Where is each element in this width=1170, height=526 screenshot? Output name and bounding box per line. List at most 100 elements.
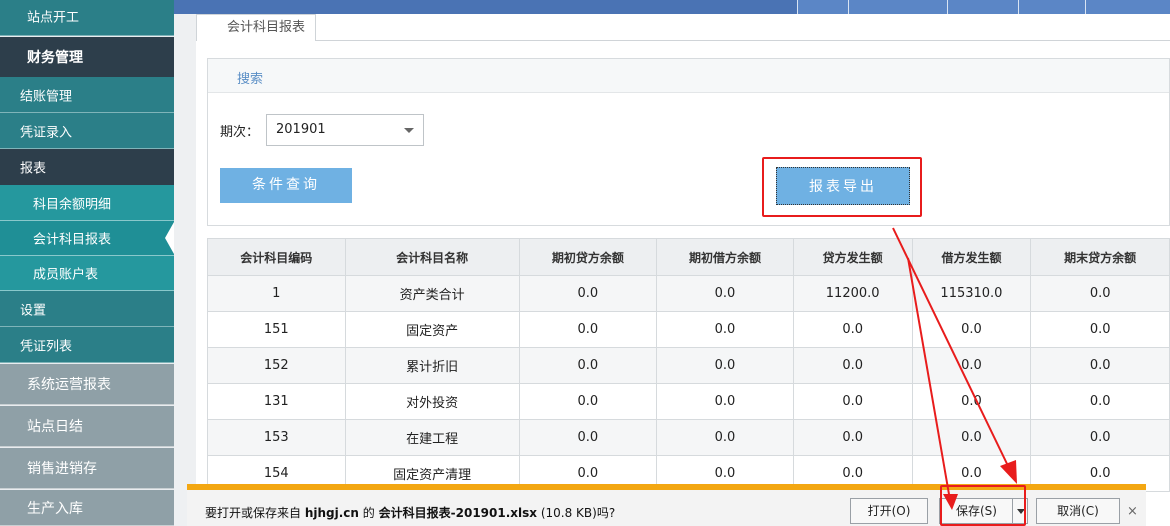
search-header-label[interactable]: 搜索 <box>237 68 263 87</box>
table-cell: 0.0 <box>792 383 913 420</box>
table-cell: 0.0 <box>911 347 1032 384</box>
account-report-table: 会计科目编码 会计科目名称 期初贷方余额 期初借方余额 贷方发生额 借方发生额 … <box>207 238 1170 492</box>
sidebar-item-daily-close[interactable]: 站点日结 <box>0 406 174 447</box>
table-cell: 0.0 <box>656 383 794 420</box>
sidebar-item-closing[interactable]: 结账管理 <box>0 77 174 113</box>
sidebar-item-label: 会计科目报表 <box>33 232 112 248</box>
sidebar-item-sales-inventory[interactable]: 销售进销存 <box>0 448 174 489</box>
table-cell: 资产类合计 <box>344 275 520 312</box>
export-button[interactable]: 报表导出 <box>776 167 910 205</box>
table-cell: 0.0 <box>518 419 658 456</box>
open-button[interactable]: 打开(O) <box>850 498 928 524</box>
sidebar-item-site-start[interactable]: 站点开工 <box>0 0 174 36</box>
table-row[interactable]: 152 累计折旧 0.0 0.0 0.0 0.0 0.0 <box>207 347 1170 384</box>
table-cell: 0.0 <box>656 311 794 348</box>
table-cell: 11200.0 <box>792 275 913 312</box>
table-row[interactable]: 131 对外投资 0.0 0.0 0.0 0.0 0.0 <box>207 383 1170 420</box>
close-icon[interactable]: × <box>1127 504 1138 519</box>
active-indicator-icon <box>165 222 174 254</box>
sidebar-item-label: 凭证录入 <box>20 125 73 140</box>
tab-strip: 会计科目报表 <box>196 14 1170 41</box>
column-header[interactable]: 期初借方余额 <box>656 238 794 276</box>
table-cell: 固定资产 <box>344 311 520 348</box>
top-bar-segment[interactable] <box>848 0 947 14</box>
table-cell: 0.0 <box>911 383 1032 420</box>
sidebar-item-member-accounts[interactable]: 成员账户表 <box>0 256 174 291</box>
sidebar-item-label: 设置 <box>20 303 47 318</box>
download-message: 要打开或保存来自 hjhgj.cn 的 会计科目报表-201901.xlsx (… <box>205 504 615 521</box>
table-cell: 0.0 <box>518 347 658 384</box>
table-cell: 0.0 <box>911 419 1032 456</box>
period-select[interactable]: 201901 <box>266 114 424 146</box>
tab-label: 会计科目报表 <box>227 20 306 35</box>
sidebar-item-balance-detail[interactable]: 科目余额明细 <box>0 185 174 221</box>
table-cell: 0.0 <box>656 347 794 384</box>
column-header[interactable]: 借方发生额 <box>911 238 1032 276</box>
sidebar-item-label: 报表 <box>20 161 47 177</box>
sidebar-gutter <box>174 14 196 526</box>
table-cell: 153 <box>207 419 346 456</box>
chevron-down-icon[interactable] <box>404 128 414 133</box>
save-highlight-box <box>940 485 1026 526</box>
sidebar-item-ops-report[interactable]: 系统运营报表 <box>0 364 174 405</box>
sidebar-item-label: 成员账户表 <box>33 267 99 283</box>
cancel-button[interactable]: 取消(C) <box>1036 498 1120 524</box>
table-header-row: 会计科目编码 会计科目名称 期初贷方余额 期初借方余额 贷方发生额 借方发生额 … <box>207 238 1170 276</box>
table-cell: 0.0 <box>1030 347 1170 384</box>
table-cell: 0.0 <box>792 311 913 348</box>
table-cell: 0.0 <box>911 311 1032 348</box>
sidebar-item-label: 生产入库 <box>27 500 83 517</box>
sidebar-item-label: 站点开工 <box>27 10 80 26</box>
table-cell: 累计折旧 <box>344 347 520 384</box>
table-cell: 0.0 <box>1030 275 1170 312</box>
table-cell: 1 <box>207 275 346 312</box>
download-msg-mid: 的 <box>362 506 375 520</box>
column-header[interactable]: 会计科目名称 <box>344 238 520 276</box>
column-header[interactable]: 贷方发生额 <box>792 238 913 276</box>
sidebar-item-production-in[interactable]: 生产入库 <box>0 490 174 526</box>
sidebar-item-label: 凭证列表 <box>20 339 73 354</box>
table-cell: 在建工程 <box>344 419 520 456</box>
period-label: 期次： <box>220 125 260 140</box>
sidebar-item-voucher-list[interactable]: 凭证列表 <box>0 327 174 363</box>
sidebar-item-label: 销售进销存 <box>27 461 97 477</box>
sidebar-item-finance[interactable]: 财务管理 <box>0 37 174 77</box>
table-cell: 0.0 <box>518 311 658 348</box>
top-bar-segment[interactable] <box>947 0 1018 14</box>
table-cell: 0.0 <box>518 275 658 312</box>
column-header[interactable]: 会计科目编码 <box>207 238 346 276</box>
top-bar <box>0 0 1170 14</box>
sidebar-item-label: 科目余额明细 <box>33 197 112 212</box>
download-domain: hjhgj.cn <box>304 506 359 520</box>
table-cell: 0.0 <box>1030 419 1170 456</box>
sidebar-item-label: 系统运营报表 <box>27 377 111 393</box>
table-cell: 151 <box>207 311 346 348</box>
sidebar-item-label: 财务管理 <box>27 50 83 66</box>
table-cell: 对外投资 <box>344 383 520 420</box>
sidebar-item-label: 结账管理 <box>20 89 73 104</box>
top-bar-segment[interactable] <box>1085 0 1170 14</box>
table-row[interactable]: 1 资产类合计 0.0 0.0 11200.0 115310.0 0.0 <box>207 275 1170 312</box>
period-select-value: 201901 <box>276 122 326 137</box>
tab-account-report[interactable]: 会计科目报表 <box>196 14 316 41</box>
download-filename: 会计科目报表-201901.xlsx <box>378 506 538 520</box>
column-header[interactable]: 期初贷方余额 <box>518 238 658 276</box>
top-bar-segment[interactable] <box>797 0 848 14</box>
table-cell: 0.0 <box>656 275 794 312</box>
table-cell: 0.0 <box>792 347 913 384</box>
sidebar-item-reports[interactable]: 报表 <box>0 149 174 185</box>
sidebar-item-settings[interactable]: 设置 <box>0 291 174 327</box>
sidebar-item-account-report[interactable]: 会计科目报表 <box>0 221 174 256</box>
sidebar-item-voucher-entry[interactable]: 凭证录入 <box>0 113 174 149</box>
download-size: (10.8 KB)吗? <box>540 506 616 520</box>
table-cell: 152 <box>207 347 346 384</box>
query-button[interactable]: 条件查询 <box>220 168 352 203</box>
table-cell: 0.0 <box>1030 383 1170 420</box>
top-bar-segment[interactable] <box>1018 0 1085 14</box>
table-row[interactable]: 151 固定资产 0.0 0.0 0.0 0.0 0.0 <box>207 311 1170 348</box>
sidebar: 站点开工 财务管理 结账管理 凭证录入 报表 科目余额明细 会计科目报表 成员账… <box>0 0 174 526</box>
table-cell: 0.0 <box>792 419 913 456</box>
table-row[interactable]: 153 在建工程 0.0 0.0 0.0 0.0 0.0 <box>207 419 1170 456</box>
sidebar-item-label: 站点日结 <box>27 419 83 435</box>
column-header[interactable]: 期末贷方余额 <box>1030 238 1170 276</box>
